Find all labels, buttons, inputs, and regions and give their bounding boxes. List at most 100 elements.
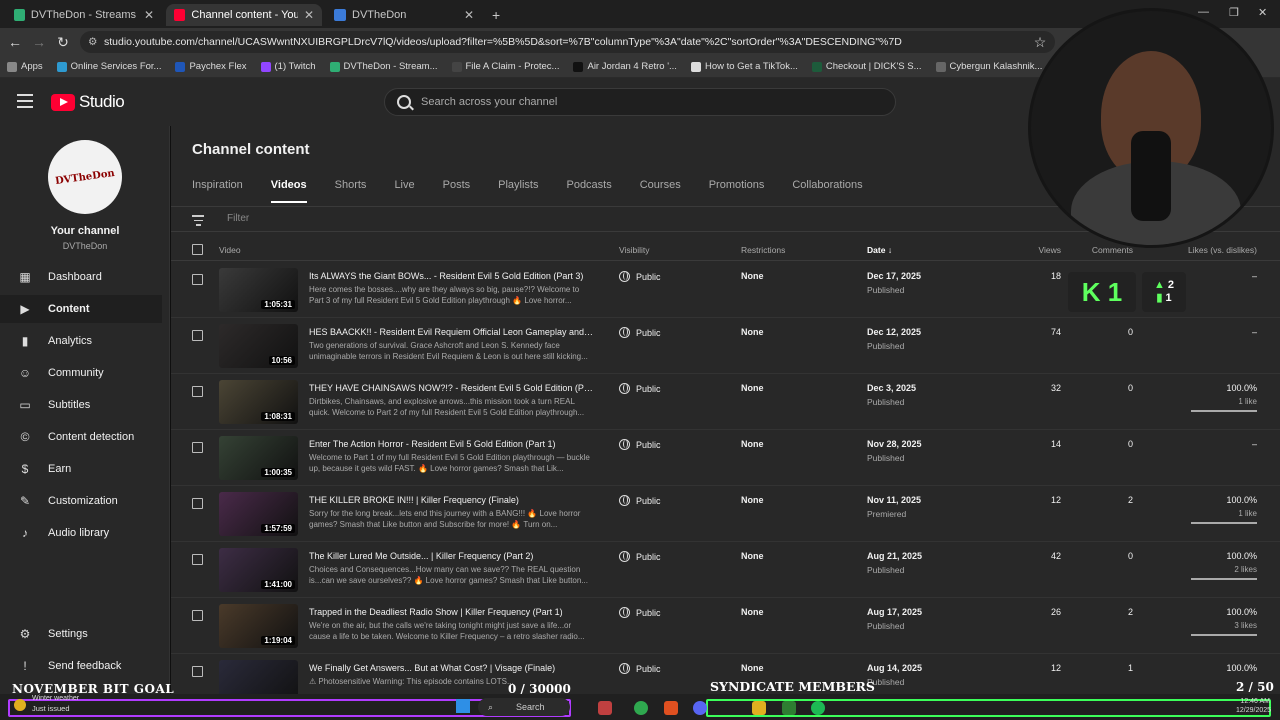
column-comments[interactable]: Comments — [1071, 245, 1133, 255]
spotify-icon[interactable] — [811, 701, 825, 715]
row-checkbox[interactable] — [192, 442, 203, 453]
column-likes[interactable]: Likes (vs. dislikes) — [1167, 245, 1257, 255]
visibility-cell[interactable]: Public — [619, 495, 661, 506]
forward-icon[interactable]: → — [30, 33, 48, 51]
table-row[interactable]: 1:00:35 Enter The Action Horror - Residen… — [171, 430, 1280, 486]
sidebar-item-earn[interactable]: $ Earn — [0, 455, 162, 483]
row-checkbox[interactable] — [192, 274, 203, 285]
filter-input[interactable]: Filter — [227, 213, 249, 224]
visibility-cell[interactable]: Public — [619, 607, 661, 618]
tab-podcasts[interactable]: Podcasts — [566, 179, 611, 203]
new-tab-button[interactable]: + — [484, 4, 508, 26]
minimize-icon[interactable]: — — [1198, 6, 1209, 18]
studio-logo[interactable]: Studio — [51, 92, 125, 112]
video-title[interactable]: Trapped in the Deadliest Radio Show | Ki… — [309, 607, 594, 617]
select-all-checkbox[interactable] — [192, 244, 203, 255]
video-title[interactable]: We Finally Get Answers... But at What Co… — [309, 663, 594, 673]
file-explorer-icon[interactable] — [752, 701, 766, 715]
sidebar-item-audio-library[interactable]: ♪ Audio library — [0, 519, 162, 547]
sidebar-item-analytics[interactable]: ▮ Analytics — [0, 327, 162, 355]
row-checkbox[interactable] — [192, 666, 203, 677]
video-title[interactable]: The Killer Lured Me Outside... | Killer … — [309, 551, 594, 561]
column-date[interactable]: Date ↓ — [867, 245, 892, 255]
bookmark-item[interactable]: Paychex Flex — [168, 61, 253, 72]
table-row[interactable]: 1:57:59 THE KILLER BROKE IN!!! | Killer F… — [171, 486, 1280, 542]
column-views[interactable]: Views — [991, 245, 1061, 255]
browser-tab-dvthedon[interactable]: DVTheDon ✕ — [326, 4, 482, 26]
close-icon[interactable]: ✕ — [144, 8, 154, 22]
row-checkbox[interactable] — [192, 610, 203, 621]
bookmark-item[interactable]: DVTheDon - Stream... — [323, 61, 445, 72]
video-thumbnail[interactable]: 1:41:00 — [219, 548, 298, 592]
tab-playlists[interactable]: Playlists — [498, 179, 538, 203]
tab-inspiration[interactable]: Inspiration — [192, 179, 243, 203]
visibility-cell[interactable]: Public — [619, 663, 661, 674]
channel-avatar[interactable]: DVTheDon — [48, 140, 122, 214]
weather-icon[interactable] — [14, 699, 26, 711]
windows-start-icon[interactable] — [456, 699, 470, 713]
system-clock[interactable]: 12:46 AM 12/29/2025 — [1236, 697, 1271, 715]
visibility-cell[interactable]: Public — [619, 271, 661, 282]
tab-live[interactable]: Live — [394, 179, 414, 203]
column-visibility[interactable]: Visibility — [619, 245, 650, 255]
taskbar-search[interactable]: ⌕ Search — [478, 698, 570, 716]
bookmark-item[interactable]: Online Services For... — [50, 61, 169, 72]
chrome-icon[interactable] — [634, 701, 648, 715]
bookmark-item[interactable]: File A Claim - Protec... — [445, 61, 567, 72]
url-input[interactable]: ⚙ studio.youtube.com/channel/UCASWwntNXU… — [80, 31, 1055, 53]
video-title[interactable]: Its ALWAYS the Giant BOWs... - Resident … — [309, 271, 594, 281]
row-checkbox[interactable] — [192, 498, 203, 509]
sidebar-item-content-detection[interactable]: © Content detection — [0, 423, 162, 451]
reload-icon[interactable]: ↻ — [54, 33, 72, 51]
table-row[interactable]: 1:41:00 The Killer Lured Me Outside... | … — [171, 542, 1280, 598]
visibility-cell[interactable]: Public — [619, 551, 661, 562]
tab-promotions[interactable]: Promotions — [709, 179, 765, 203]
video-thumbnail[interactable]: 1:05:31 — [219, 268, 298, 312]
row-checkbox[interactable] — [192, 554, 203, 565]
browser-tab-streams[interactable]: DVTheDon - Streams List and S ✕ — [6, 4, 162, 26]
bookmark-item[interactable]: How to Get a TikTok... — [684, 61, 805, 72]
tab-collaborations[interactable]: Collaborations — [792, 179, 862, 203]
bookmark-item[interactable]: Checkout | DICK'S S... — [805, 61, 929, 72]
sidebar-item-content[interactable]: ▶ Content — [0, 295, 162, 323]
menu-icon[interactable] — [17, 94, 33, 108]
table-row[interactable]: 1:19:04 Trapped in the Deadliest Radio Sh… — [171, 598, 1280, 654]
video-thumbnail[interactable]: 10:56 — [219, 324, 298, 368]
row-checkbox[interactable] — [192, 330, 203, 341]
column-restrictions[interactable]: Restrictions — [741, 245, 785, 255]
video-title[interactable]: THEY HAVE CHAINSAWS NOW?!? - Resident Ev… — [309, 383, 594, 393]
bookmark-item[interactable]: Cybergun Kalashnik... — [929, 61, 1050, 72]
tab-posts[interactable]: Posts — [443, 179, 471, 203]
visibility-cell[interactable]: Public — [619, 439, 661, 450]
window-close-icon[interactable]: ✕ — [1258, 6, 1267, 19]
filter-icon[interactable] — [192, 215, 204, 229]
video-thumbnail[interactable]: 1:19:04 — [219, 604, 298, 648]
tab-shorts[interactable]: Shorts — [335, 179, 367, 203]
close-icon[interactable]: ✕ — [304, 8, 314, 22]
sidebar-item-send-feedback[interactable]: ! Send feedback — [0, 652, 162, 680]
sidebar-item-dashboard[interactable]: ▦ Dashboard — [0, 263, 162, 291]
tab-videos[interactable]: Videos — [270, 179, 307, 203]
tab-courses[interactable]: Courses — [640, 179, 681, 203]
restore-icon[interactable]: ❐ — [1229, 6, 1239, 19]
brave-icon[interactable] — [664, 701, 678, 715]
video-title[interactable]: THE KILLER BROKE IN!!! | Killer Frequenc… — [309, 495, 594, 505]
table-row[interactable]: 10:56 HES BAACKK!! - Resident Evil Requie… — [171, 318, 1280, 374]
bookmark-item[interactable]: (1) Twitch — [254, 61, 323, 72]
sidebar-item-subtitles[interactable]: ▭ Subtitles — [0, 391, 162, 419]
site-info-icon[interactable]: ⚙ — [88, 31, 97, 53]
sidebar-item-settings[interactable]: ⚙ Settings — [0, 620, 162, 648]
app-icon[interactable] — [598, 701, 612, 715]
excel-icon[interactable] — [782, 701, 796, 715]
video-thumbnail[interactable]: 1:08:31 — [219, 380, 298, 424]
sidebar-item-community[interactable]: ☺ Community — [0, 359, 162, 387]
video-title[interactable]: Enter The Action Horror - Resident Evil … — [309, 439, 594, 449]
video-title[interactable]: HES BAACKK!! - Resident Evil Requiem Off… — [309, 327, 594, 337]
row-checkbox[interactable] — [192, 386, 203, 397]
visibility-cell[interactable]: Public — [619, 327, 661, 338]
channel-search-input[interactable]: Search across your channel — [384, 88, 896, 116]
bookmark-item[interactable]: Air Jordan 4 Retro '... — [566, 61, 683, 72]
video-thumbnail[interactable]: 1:57:59 — [219, 492, 298, 536]
browser-tab-channel-content[interactable]: Channel content - YouTube Stu ✕ — [166, 4, 322, 26]
table-row[interactable]: 1:08:31 THEY HAVE CHAINSAWS NOW?!? - Resi… — [171, 374, 1280, 430]
